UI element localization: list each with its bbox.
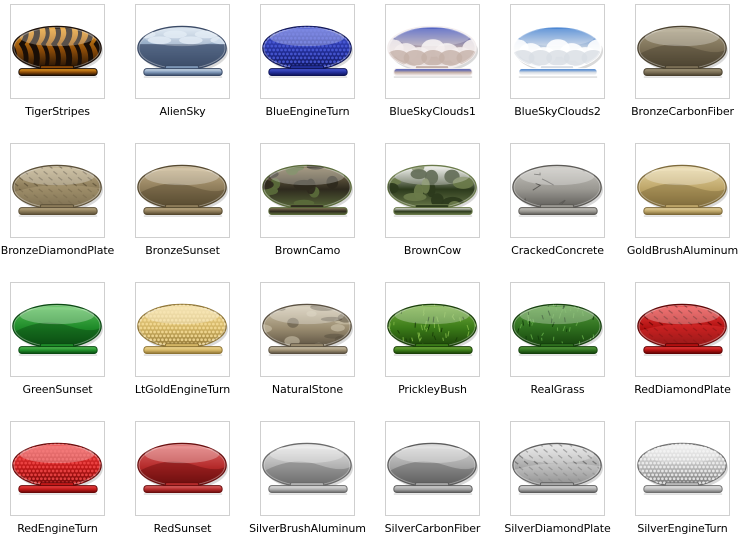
skin-tile[interactable]: BrownCow — [375, 143, 500, 273]
skin-name-label: NaturalStone — [271, 383, 344, 396]
skin-name-label: CrackedConcrete — [511, 244, 604, 257]
skin-thumbnail[interactable] — [635, 143, 730, 238]
skin-name-label: SilverDiamondPlate — [504, 522, 611, 535]
skin-tile[interactable]: BrownCamo — [250, 143, 375, 273]
skin-thumbnail[interactable] — [385, 282, 480, 377]
skin-preview-image — [387, 442, 479, 495]
skin-thumbnail[interactable] — [10, 4, 105, 99]
skin-thumbnail[interactable] — [260, 143, 355, 238]
skin-name-label: GoldBrushAluminum — [626, 244, 739, 257]
skin-preview-image — [137, 164, 229, 217]
skin-thumbnail[interactable] — [510, 421, 605, 516]
skin-thumbnail-grid: TigerStripes AlienSky BlueEngineTurn BlueSk… — [0, 0, 741, 547]
skin-name-label: RealGrass — [530, 383, 585, 396]
skin-tile[interactable]: BlueEngineTurn — [250, 4, 375, 134]
skin-tile[interactable]: RedDiamondPlate — [625, 282, 741, 412]
skin-preview-image — [512, 25, 604, 78]
skin-thumbnail[interactable] — [135, 282, 230, 377]
skin-tile[interactable]: CrackedConcrete — [500, 143, 625, 273]
skin-thumbnail[interactable] — [385, 143, 480, 238]
skin-tile[interactable]: GoldBrushAluminum — [625, 143, 741, 273]
skin-name-label: AlienSky — [159, 105, 206, 118]
skin-name-label: SilverCarbonFiber — [384, 522, 481, 535]
skin-tile[interactable]: SilverEngineTurn — [625, 421, 741, 547]
skin-thumbnail[interactable] — [510, 4, 605, 99]
skin-name-label: RedEngineTurn — [17, 522, 98, 535]
skin-name-label: BronzeCarbonFiber — [631, 105, 734, 118]
skin-thumbnail[interactable] — [635, 421, 730, 516]
skin-name-label: BrownCow — [403, 244, 462, 257]
skin-thumbnail[interactable] — [635, 4, 730, 99]
skin-name-label: BrownCamo — [274, 244, 341, 257]
skin-tile[interactable]: SilverBrushAluminum — [249, 421, 375, 547]
skin-thumbnail[interactable] — [10, 143, 105, 238]
skin-preview-image — [262, 164, 354, 217]
skin-tile[interactable]: RedEngineTurn — [0, 421, 125, 547]
skin-name-label: BronzeDiamondPlate — [0, 244, 115, 257]
skin-preview-image — [137, 303, 229, 356]
skin-name-label: GreenSunset — [22, 383, 93, 396]
skin-tile[interactable]: BronzeSunset — [125, 143, 250, 273]
skin-name-label: BlueSkyClouds2 — [514, 105, 601, 118]
skin-preview-image — [387, 164, 479, 217]
skin-name-label: BronzeSunset — [145, 244, 220, 257]
skin-preview-image — [637, 164, 729, 217]
skin-thumbnail[interactable] — [385, 4, 480, 99]
skin-tile[interactable]: TigerStripes — [0, 4, 125, 134]
skin-preview-image — [512, 303, 604, 356]
skin-thumbnail[interactable] — [260, 4, 355, 99]
skin-preview-image — [512, 164, 604, 217]
skin-name-label: LtGoldEngineTurn — [134, 383, 231, 396]
skin-preview-image — [637, 303, 729, 356]
skin-name-label: BlueEngineTurn — [265, 105, 350, 118]
skin-preview-image — [387, 303, 479, 356]
skin-thumbnail[interactable] — [135, 143, 230, 238]
skin-thumbnail[interactable] — [135, 421, 230, 516]
skin-preview-image — [262, 25, 354, 78]
skin-thumbnail[interactable] — [510, 143, 605, 238]
skin-name-label: BlueSkyClouds1 — [389, 105, 476, 118]
skin-tile[interactable]: AlienSky — [125, 4, 250, 134]
skin-preview-image — [262, 303, 354, 356]
skin-thumbnail[interactable] — [135, 4, 230, 99]
skin-thumbnail[interactable] — [10, 421, 105, 516]
skin-tile[interactable]: BlueSkyClouds1 — [375, 4, 500, 134]
skin-name-label: PrickleyBush — [398, 383, 467, 396]
skin-preview-image — [12, 442, 104, 495]
skin-name-label: RedSunset — [153, 522, 212, 535]
skin-tile[interactable]: SilverDiamondPlate — [500, 421, 625, 547]
skin-thumbnail[interactable] — [385, 421, 480, 516]
skin-tile[interactable]: RedSunset — [125, 421, 250, 547]
skin-thumbnail[interactable] — [635, 282, 730, 377]
skin-tile[interactable]: BronzeCarbonFiber — [625, 4, 741, 134]
skin-tile[interactable]: SilverCarbonFiber — [375, 421, 500, 547]
skin-preview-image — [637, 25, 729, 78]
skin-thumbnail[interactable] — [260, 421, 355, 516]
skin-name-label: TigerStripes — [25, 105, 90, 118]
skin-preview-image — [262, 442, 354, 495]
skin-preview-image — [387, 25, 479, 78]
skin-thumbnail[interactable] — [260, 282, 355, 377]
skin-tile[interactable]: NaturalStone — [250, 282, 375, 412]
skin-tile[interactable]: BlueSkyClouds2 — [500, 4, 625, 134]
skin-preview-image — [137, 25, 229, 78]
skin-name-label: RedDiamondPlate — [634, 383, 731, 396]
skin-preview-image — [512, 442, 604, 495]
skin-name-label: SilverBrushAluminum — [249, 522, 366, 535]
skin-tile[interactable]: RealGrass — [500, 282, 625, 412]
skin-preview-image — [12, 164, 104, 217]
skin-preview-image — [137, 442, 229, 495]
skin-thumbnail[interactable] — [510, 282, 605, 377]
skin-preview-image — [637, 442, 729, 495]
skin-tile[interactable]: GreenSunset — [0, 282, 125, 412]
skin-tile[interactable]: PrickleyBush — [375, 282, 500, 412]
skin-tile[interactable]: BronzeDiamondPlate — [0, 143, 125, 273]
skin-preview-image — [12, 25, 104, 78]
skin-preview-image — [12, 303, 104, 356]
skin-thumbnail[interactable] — [10, 282, 105, 377]
skin-name-label: SilverEngineTurn — [637, 522, 728, 535]
skin-tile[interactable]: LtGoldEngineTurn — [125, 282, 250, 412]
